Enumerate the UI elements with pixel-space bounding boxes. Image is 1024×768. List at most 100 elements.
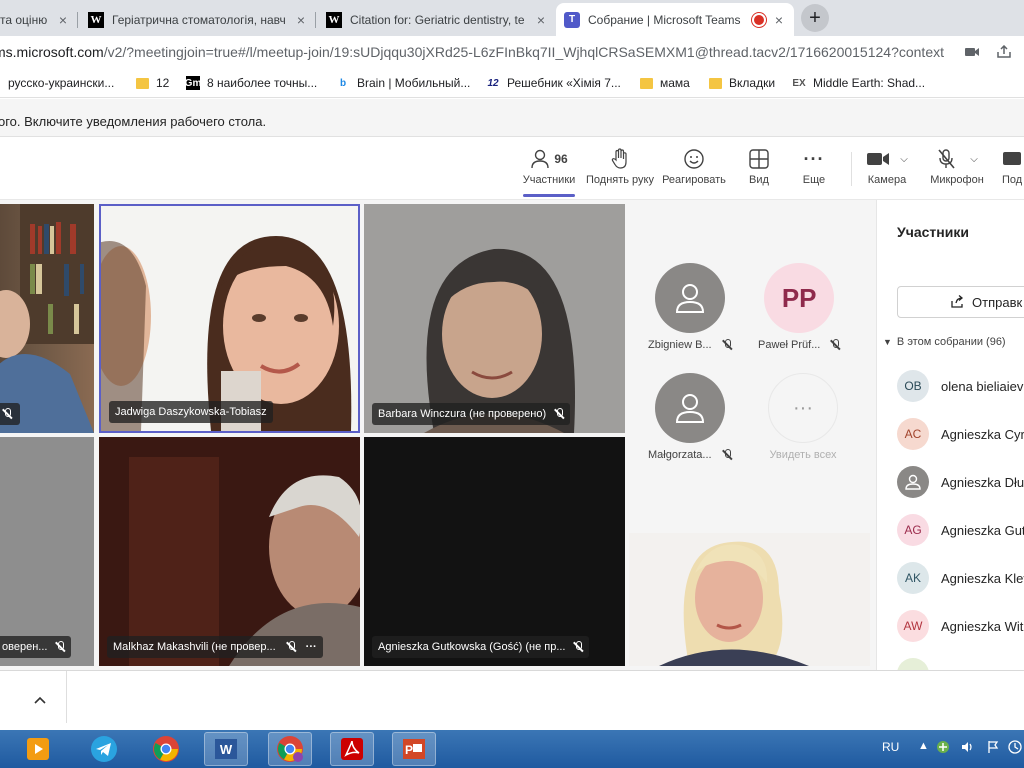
telegram-icon[interactable] <box>82 732 126 766</box>
video-tile[interactable]: Malkhaz Makashvili (не провер... ··· <box>99 437 360 666</box>
close-icon[interactable]: × <box>772 12 786 28</box>
chevron-down-icon: ⌵ <box>900 153 908 165</box>
svg-text:W: W <box>220 742 233 757</box>
close-icon[interactable]: × <box>294 12 308 28</box>
more-button[interactable]: ··· Еще <box>798 148 830 187</box>
person-icon <box>675 394 704 423</box>
folder-icon <box>640 77 653 89</box>
raise-hand-label: Поднять руку <box>586 174 654 186</box>
caret-down-icon: ▼ <box>883 337 892 347</box>
video-tile[interactable] <box>0 204 94 433</box>
video-tile[interactable]: оверен... <box>0 437 94 666</box>
video-tile[interactable]: Barbara Winczura (не проверено) <box>364 204 625 433</box>
more-dots-icon: ··· <box>768 373 838 443</box>
powerpoint-icon[interactable]: P <box>392 732 436 766</box>
network-icon[interactable] <box>936 740 950 757</box>
tab-1[interactable]: та оцінювання × <box>0 3 78 36</box>
clock-icon[interactable] <box>1008 740 1022 757</box>
video-tile-active-speaker[interactable]: Jadwiga Daszykowska-Tobiasz <box>99 204 360 433</box>
roster-tile[interactable]: PP Paweł Prüf... <box>758 263 840 351</box>
participant-row[interactable]: AG Agnieszka Gut <box>897 514 1024 546</box>
bookmark-folder[interactable]: Вкладки <box>709 76 775 90</box>
more-options-icon[interactable]: ··· <box>306 641 317 653</box>
new-tab-button[interactable]: + <box>801 4 829 32</box>
tile-caption: оверен... <box>0 636 72 658</box>
video-tile[interactable]: Agnieszka Gutkowska (Gość) (не пр... <box>364 437 625 666</box>
acrobat-icon[interactable] <box>330 732 374 766</box>
bookmark-folder[interactable]: мама <box>640 76 690 90</box>
participants-count: 96 <box>554 152 568 166</box>
roster-tile[interactable]: Małgorzata... <box>648 373 732 461</box>
section-header[interactable]: ▼ В этом собрании (96) <box>883 336 1006 348</box>
avatar: AG <box>897 514 929 546</box>
video-stage: Jadwiga Daszykowska-Tobiasz Barbara Winc… <box>0 200 876 670</box>
ex-logo-icon: EX <box>792 77 806 89</box>
mic-off-icon <box>286 641 296 653</box>
bookmark-item[interactable]: русско-украински... <box>8 76 114 90</box>
tab-title: Citation for: Geriatric dentistry, te <box>350 12 525 27</box>
view-label: Вид <box>749 174 769 186</box>
close-icon[interactable]: × <box>56 12 70 28</box>
tab-teams-active[interactable]: T Собрание | Microsoft Teams × <box>556 3 794 36</box>
tab-3[interactable]: W Citation for: Geriatric dentistry, te … <box>318 3 556 36</box>
tab-title: Собрание | Microsoft Teams <box>588 12 741 27</box>
participant-row[interactable]: AC Agnieszka Cyr <box>897 418 1024 450</box>
participant-row[interactable]: AK Agnieszka Klev <box>897 562 1024 594</box>
camera-icon[interactable] <box>964 45 980 61</box>
browser-tab-strip: та оцінювання × W Геріатрична стоматолог… <box>0 0 1024 36</box>
volume-icon[interactable] <box>960 740 974 757</box>
tile-caption <box>0 403 20 425</box>
wikipedia-icon: W <box>88 11 104 28</box>
share-invite-button[interactable]: Отправк <box>897 286 1024 318</box>
chevron-up-icon[interactable] <box>34 691 46 709</box>
participant-row[interactable]: AW Agnieszka Wit <box>897 610 1023 642</box>
tab-title: Геріатрична стоматологія, навча <box>112 12 286 27</box>
share-screen-icon <box>1003 152 1021 165</box>
more-label: Еще <box>802 174 826 186</box>
view-button[interactable]: Вид <box>744 148 774 186</box>
chrome-icon[interactable] <box>144 732 188 766</box>
avatar: AC <box>897 418 929 450</box>
participants-button[interactable]: 96 Участники <box>523 148 575 186</box>
raise-hand-button[interactable]: Поднять руку <box>586 148 654 186</box>
close-icon[interactable]: × <box>534 12 548 28</box>
language-indicator[interactable]: RU <box>882 740 899 754</box>
bookmark-item[interactable]: Gm 8 наиболее точны... <box>185 76 317 90</box>
panel-title: Участники <box>897 224 969 240</box>
avatar: OB <box>897 370 929 402</box>
bookmark-item[interactable]: 12 Решебник «Хімія 7... <box>486 76 620 90</box>
chevron-up-icon[interactable]: ▲ <box>918 740 929 752</box>
participant-row-partial[interactable] <box>897 658 929 670</box>
share-icon[interactable] <box>996 44 1012 61</box>
folder-icon <box>136 77 149 89</box>
url-field[interactable]: ms.microsoft.com/v2/?meetingjoin=true#/l… <box>0 44 944 60</box>
section-label: В этом собрании (96) <box>896 336 1006 348</box>
video-player-icon[interactable] <box>16 732 60 766</box>
participant-row[interactable]: OB olena bieliaiev <box>897 370 1023 402</box>
bookmark-folder[interactable]: 12 <box>136 76 169 90</box>
word-icon[interactable]: W <box>204 732 248 766</box>
microphone-button[interactable]: ⌵ Микрофон <box>928 148 986 186</box>
share-button[interactable]: Под <box>1002 148 1024 186</box>
invite-label: Отправк <box>972 294 1023 310</box>
see-all-button[interactable]: ··· Увидеть всех <box>768 373 838 461</box>
video-feed-image <box>629 533 870 666</box>
url-domain: ms.microsoft.com <box>0 44 104 60</box>
participant-row[interactable]: Agnieszka Dłu <box>897 466 1024 498</box>
tab-2[interactable]: W Геріатрична стоматологія, навча × <box>80 3 316 36</box>
bookmark-item[interactable]: b Brain | Мобильный... <box>336 76 470 90</box>
chrome-profile-icon[interactable] <box>268 732 312 766</box>
notification-text: ого. Включите уведомления рабочего стола… <box>0 114 267 129</box>
participant-name: Agnieszka Dłu <box>941 474 1024 490</box>
twelve-logo-icon: 12 <box>487 77 499 89</box>
participants-label: Участники <box>522 174 576 186</box>
react-button[interactable]: Реагировать <box>662 148 726 186</box>
bookmark-item[interactable]: EX Middle Earth: Shad... <box>792 76 925 90</box>
see-all-label: Увидеть всех <box>769 449 837 461</box>
camera-button[interactable]: ⌵ Камера <box>866 148 908 186</box>
flag-icon[interactable] <box>986 740 1000 757</box>
roster-tile[interactable]: Zbigniew B... <box>648 263 732 351</box>
mic-off-icon <box>573 641 583 653</box>
video-tile-self[interactable] <box>629 533 870 666</box>
avatar: AK <box>897 562 929 594</box>
